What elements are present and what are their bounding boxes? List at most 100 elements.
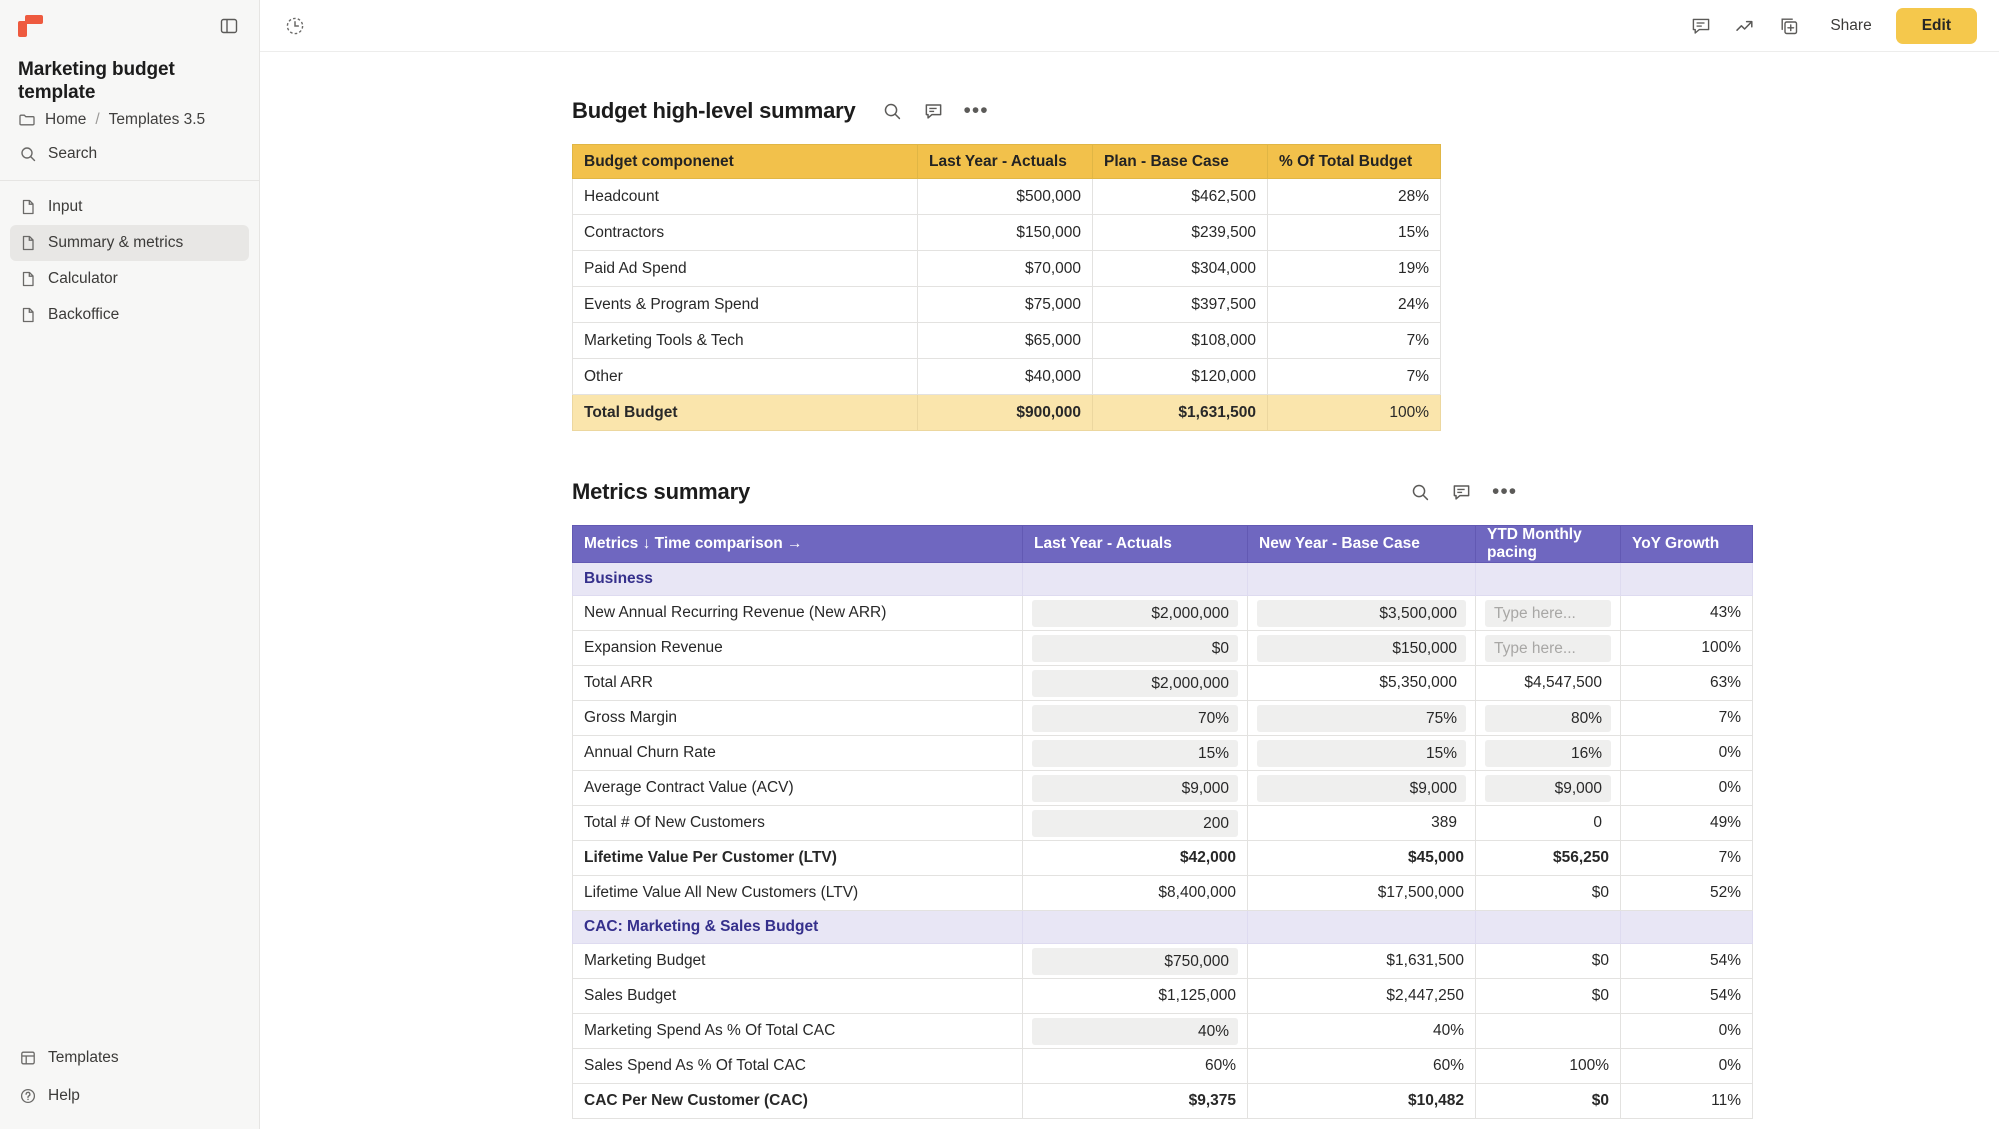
- cell-yoy[interactable]: 7%: [1620, 840, 1753, 876]
- cell-last-year[interactable]: $750,000: [1022, 943, 1248, 979]
- table-row[interactable]: Gross Margin 70% 75% 80% 7%: [572, 700, 1753, 736]
- edit-button[interactable]: Edit: [1895, 7, 1977, 44]
- table-row[interactable]: Total # Of New Customers 200 389 0 49%: [572, 805, 1753, 841]
- cell-total-plan[interactable]: $1,631,500: [1092, 394, 1268, 431]
- cell-plan[interactable]: $239,500: [1092, 214, 1268, 251]
- column-header-new-year[interactable]: New Year - Base Case: [1247, 525, 1476, 563]
- cell-metric[interactable]: Marketing Budget: [572, 943, 1023, 979]
- cell-metric[interactable]: Total # Of New Customers: [572, 805, 1023, 841]
- cell-yoy[interactable]: 43%: [1620, 595, 1753, 631]
- cell-component[interactable]: Events & Program Spend: [572, 286, 918, 323]
- table-row[interactable]: Headcount $500,000 $462,500 28%: [572, 178, 1441, 215]
- cell-new-year[interactable]: $2,447,250: [1247, 978, 1476, 1014]
- cell-pct[interactable]: 24%: [1267, 286, 1441, 323]
- cell-metric[interactable]: Sales Spend As % Of Total CAC: [572, 1048, 1023, 1084]
- cell-new-year[interactable]: $9,000: [1247, 770, 1476, 806]
- cell-last-year[interactable]: $9,000: [1022, 770, 1248, 806]
- cell-yoy[interactable]: 0%: [1620, 770, 1753, 806]
- table-row[interactable]: Sales Budget $1,125,000 $2,447,250 $0 54…: [572, 978, 1753, 1014]
- cell-total-pct[interactable]: 100%: [1267, 394, 1441, 431]
- cell-yoy[interactable]: 0%: [1620, 1048, 1753, 1084]
- table-row[interactable]: Average Contract Value (ACV) $9,000 $9,0…: [572, 770, 1753, 806]
- cell-new-year[interactable]: $3,500,000: [1247, 595, 1476, 631]
- cell-ytd[interactable]: $0: [1475, 943, 1621, 979]
- cell-plan[interactable]: $120,000: [1092, 358, 1268, 395]
- coda-logo-icon[interactable]: [18, 15, 44, 37]
- search-icon[interactable]: [1410, 482, 1431, 503]
- cell-pct[interactable]: 7%: [1267, 322, 1441, 359]
- table-row[interactable]: CAC Per New Customer (CAC) $9,375 $10,48…: [572, 1083, 1753, 1119]
- column-header-component[interactable]: Budget componenet: [572, 144, 918, 179]
- table-row[interactable]: Marketing Spend As % Of Total CAC 40% 40…: [572, 1013, 1753, 1049]
- cell-metric[interactable]: Sales Budget: [572, 978, 1023, 1014]
- cell-ytd[interactable]: [1475, 1013, 1621, 1049]
- cell-ytd[interactable]: $9,000: [1475, 770, 1621, 806]
- cell-last-year[interactable]: $2,000,000: [1022, 595, 1248, 631]
- cell-new-year[interactable]: $150,000: [1247, 630, 1476, 666]
- sidebar-item-calculator[interactable]: Calculator: [10, 261, 249, 297]
- cell-total-label[interactable]: Total Budget: [572, 394, 918, 431]
- column-header-pct[interactable]: % Of Total Budget: [1267, 144, 1441, 179]
- cell-last-year[interactable]: $75,000: [917, 286, 1093, 323]
- table-row[interactable]: Events & Program Spend $75,000 $397,500 …: [572, 286, 1441, 323]
- column-header-last-year[interactable]: Last Year - Actuals: [1022, 525, 1248, 563]
- table-section-row[interactable]: CAC: Marketing & Sales Budget: [572, 910, 1753, 944]
- column-header-ytd[interactable]: YTD Monthly pacing: [1475, 525, 1621, 563]
- table-section-row[interactable]: Business: [572, 562, 1753, 596]
- table-row[interactable]: Total ARR $2,000,000 $5,350,000 $4,547,5…: [572, 665, 1753, 701]
- cell-last-year[interactable]: 60%: [1022, 1048, 1248, 1084]
- sidebar-item-summary-metrics[interactable]: Summary & metrics: [10, 224, 249, 261]
- cell-new-year[interactable]: $45,000: [1247, 840, 1476, 876]
- breadcrumb-space[interactable]: Templates 3.5: [109, 111, 206, 129]
- comment-icon[interactable]: [923, 101, 944, 122]
- sidebar-item-backoffice[interactable]: Backoffice: [10, 297, 249, 333]
- cell-last-year[interactable]: $500,000: [917, 178, 1093, 215]
- cell-component[interactable]: Paid Ad Spend: [572, 250, 918, 287]
- cell-metric[interactable]: Annual Churn Rate: [572, 735, 1023, 771]
- cell-last-year[interactable]: $8,400,000: [1022, 875, 1248, 911]
- cell-yoy[interactable]: 49%: [1620, 805, 1753, 841]
- cell-ytd[interactable]: $4,547,500: [1475, 665, 1621, 701]
- cell-yoy[interactable]: 63%: [1620, 665, 1753, 701]
- column-header-metrics[interactable]: Metrics ↓ Time comparison →: [572, 525, 1023, 563]
- table-row[interactable]: Expansion Revenue $0 $150,000 Type here.…: [572, 630, 1753, 666]
- history-clock-icon[interactable]: [284, 15, 306, 37]
- cell-component[interactable]: Headcount: [572, 178, 918, 215]
- cell-last-year[interactable]: 40%: [1022, 1013, 1248, 1049]
- cell-ytd[interactable]: 80%: [1475, 700, 1621, 736]
- cell-yoy[interactable]: 100%: [1620, 630, 1753, 666]
- sidebar-item-help[interactable]: Help: [10, 1077, 249, 1115]
- sidebar-search[interactable]: Search: [10, 137, 249, 171]
- column-header-last-year[interactable]: Last Year - Actuals: [917, 144, 1093, 179]
- table-row[interactable]: Sales Spend As % Of Total CAC 60% 60% 10…: [572, 1048, 1753, 1084]
- cell-yoy[interactable]: 54%: [1620, 943, 1753, 979]
- cell-last-year[interactable]: $1,125,000: [1022, 978, 1248, 1014]
- cell-metric[interactable]: CAC Per New Customer (CAC): [572, 1083, 1023, 1119]
- more-options-icon[interactable]: •••: [1492, 481, 1517, 502]
- table-row[interactable]: New Annual Recurring Revenue (New ARR) $…: [572, 595, 1753, 631]
- cell-new-year[interactable]: 40%: [1247, 1013, 1476, 1049]
- column-header-yoy[interactable]: YoY Growth: [1620, 525, 1753, 563]
- breadcrumb[interactable]: Home / Templates 3.5: [0, 105, 259, 129]
- cell-last-year[interactable]: $150,000: [917, 214, 1093, 251]
- cell-last-year[interactable]: $65,000: [917, 322, 1093, 359]
- cell-ytd[interactable]: Type here...: [1475, 630, 1621, 666]
- cell-new-year[interactable]: 15%: [1247, 735, 1476, 771]
- cell-last-year[interactable]: $2,000,000: [1022, 665, 1248, 701]
- table-row[interactable]: Marketing Tools & Tech $65,000 $108,000 …: [572, 322, 1441, 359]
- cell-last-year[interactable]: 200: [1022, 805, 1248, 841]
- cell-last-year[interactable]: $0: [1022, 630, 1248, 666]
- sidebar-item-templates[interactable]: Templates: [10, 1039, 249, 1077]
- cell-metric[interactable]: Lifetime Value All New Customers (LTV): [572, 875, 1023, 911]
- panel-toggle-icon[interactable]: [219, 16, 239, 36]
- cell-metric[interactable]: Lifetime Value Per Customer (LTV): [572, 840, 1023, 876]
- cell-new-year[interactable]: $17,500,000: [1247, 875, 1476, 911]
- cell-yoy[interactable]: 7%: [1620, 700, 1753, 736]
- cell-component[interactable]: Contractors: [572, 214, 918, 251]
- comment-icon[interactable]: [1690, 15, 1712, 37]
- cell-metric[interactable]: Total ARR: [572, 665, 1023, 701]
- cell-pct[interactable]: 15%: [1267, 214, 1441, 251]
- cell-ytd[interactable]: Type here...: [1475, 595, 1621, 631]
- table-total-row[interactable]: Total Budget $900,000 $1,631,500 100%: [572, 394, 1441, 431]
- table-row[interactable]: Lifetime Value Per Customer (LTV) $42,00…: [572, 840, 1753, 876]
